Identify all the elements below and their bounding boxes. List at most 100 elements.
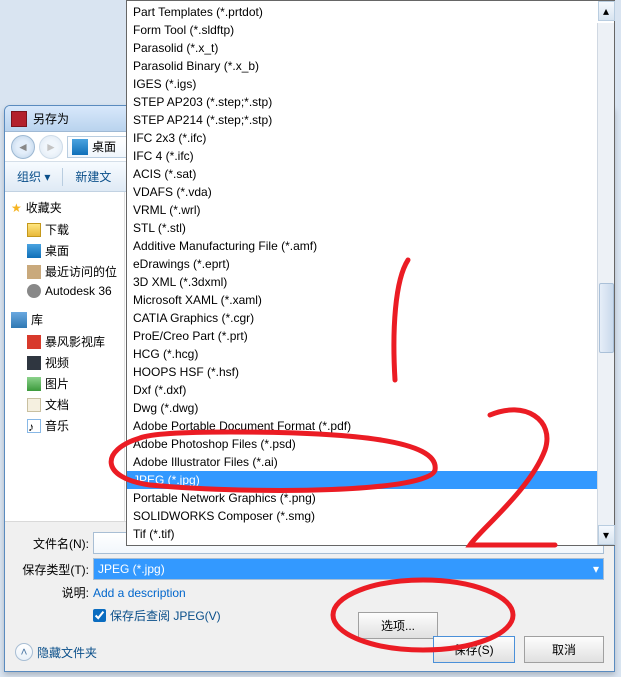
star-icon: ★ bbox=[11, 201, 22, 215]
dropdown-item[interactable]: Dxf (*.dxf) bbox=[127, 381, 597, 399]
sidebar-item-label: 最近访问的位 bbox=[45, 263, 117, 280]
dropdown-items-container: Part Templates (*.prtdot)Form Tool (*.sl… bbox=[127, 1, 614, 545]
save-button[interactable]: 保存(S) bbox=[433, 636, 515, 663]
nav-forward-button[interactable]: ► bbox=[39, 135, 63, 159]
dropdown-item[interactable]: IFC 4 (*.ifc) bbox=[127, 147, 597, 165]
savetype-dropdown-list[interactable]: Part Templates (*.prtdot)Form Tool (*.sl… bbox=[126, 0, 615, 546]
dropdown-item[interactable]: CATIA Graphics (*.cgr) bbox=[127, 309, 597, 327]
dropdown-item[interactable]: Parasolid Binary (*.x_b) bbox=[127, 57, 597, 75]
dropdown-item[interactable]: ProE/Creo Part (*.prt) bbox=[127, 327, 597, 345]
videos-icon bbox=[27, 356, 41, 370]
libraries-header[interactable]: 库 bbox=[5, 308, 124, 331]
sidebar-item-desktop[interactable]: 桌面 bbox=[5, 240, 124, 261]
sidebar-item-label: 音乐 bbox=[45, 417, 69, 434]
organize-menu[interactable]: 组织 ▾ bbox=[11, 164, 56, 189]
scroll-thumb[interactable] bbox=[599, 283, 614, 353]
save-view-checkbox-row[interactable]: 保存后查阅 JPEG(V) bbox=[93, 607, 604, 624]
dropdown-item[interactable]: 3D XML (*.3dxml) bbox=[127, 273, 597, 291]
documents-icon bbox=[27, 398, 41, 412]
dropdown-item[interactable]: IFC 2x3 (*.ifc) bbox=[127, 129, 597, 147]
dropdown-item[interactable]: Adobe Illustrator Files (*.ai) bbox=[127, 453, 597, 471]
sidebar-item-music[interactable]: ♪ 音乐 bbox=[5, 415, 124, 436]
dropdown-item[interactable]: IGES (*.igs) bbox=[127, 75, 597, 93]
dropdown-item[interactable]: Adobe Photoshop Files (*.psd) bbox=[127, 435, 597, 453]
dialog-title: 另存为 bbox=[33, 110, 69, 127]
desktop-icon bbox=[27, 244, 41, 258]
dropdown-item[interactable]: Parasolid (*.x_t) bbox=[127, 39, 597, 57]
dropdown-item[interactable]: VRML (*.wrl) bbox=[127, 201, 597, 219]
dropdown-item[interactable]: Tif (*.tif) bbox=[127, 525, 597, 543]
divider bbox=[62, 168, 63, 186]
dropdown-item[interactable]: HCG (*.hcg) bbox=[127, 345, 597, 363]
sidebar-item-label: 图片 bbox=[45, 375, 69, 392]
sidebar-item-label: 下载 bbox=[45, 221, 69, 238]
sidebar-item-baofeng[interactable]: 暴风影视库 bbox=[5, 331, 124, 352]
savetype-label: 保存类型(T): bbox=[15, 561, 89, 578]
favorites-section: ★ 收藏夹 下载 桌面 最近访问的位 Autodesk 36 bbox=[5, 196, 124, 300]
dropdown-item[interactable]: eDrawings (*.eprt) bbox=[127, 255, 597, 273]
dialog-action-buttons: 保存(S) 取消 bbox=[427, 636, 604, 663]
scroll-down-button[interactable]: ▾ bbox=[598, 525, 615, 545]
desktop-icon bbox=[72, 139, 88, 155]
expander-icon: ˄ bbox=[15, 643, 33, 661]
music-icon: ♪ bbox=[27, 419, 41, 433]
sidebar-item-label: 暴风影视库 bbox=[45, 333, 105, 350]
nav-back-button[interactable]: ◄ bbox=[11, 135, 35, 159]
options-button[interactable]: 选项... bbox=[358, 612, 438, 639]
savetype-combo[interactable]: JPEG (*.jpg) ▾ bbox=[93, 558, 604, 580]
cancel-button[interactable]: 取消 bbox=[524, 636, 604, 663]
dropdown-scrollbar[interactable]: ▴ ▾ bbox=[597, 23, 614, 545]
sidebar-item-videos[interactable]: 视频 bbox=[5, 352, 124, 373]
hide-folders-label: 隐藏文件夹 bbox=[37, 644, 97, 661]
nav-sidebar: ★ 收藏夹 下载 桌面 最近访问的位 Autodesk 36 库 暴风影视库 视… bbox=[5, 192, 125, 521]
favorites-title: 收藏夹 bbox=[26, 199, 62, 216]
dropdown-item[interactable]: Dwg (*.dwg) bbox=[127, 399, 597, 417]
dropdown-item[interactable]: Part Templates (*.prtdot) bbox=[127, 3, 597, 21]
save-view-label: 保存后查阅 JPEG(V) bbox=[110, 607, 221, 624]
dropdown-item[interactable]: JPEG (*.jpg) bbox=[127, 471, 597, 489]
add-description-link[interactable]: Add a description bbox=[93, 586, 186, 600]
new-folder-button[interactable]: 新建文 bbox=[69, 164, 117, 189]
filename-label: 文件名(N): bbox=[15, 535, 89, 552]
sidebar-item-label: 文档 bbox=[45, 396, 69, 413]
savetype-value: JPEG (*.jpg) bbox=[98, 562, 165, 576]
savetype-row: 保存类型(T): JPEG (*.jpg) ▾ bbox=[15, 558, 604, 580]
libraries-title: 库 bbox=[31, 311, 43, 328]
dropdown-item[interactable]: STEP AP214 (*.step;*.stp) bbox=[127, 111, 597, 129]
breadcrumb-label: 桌面 bbox=[92, 138, 116, 155]
dropdown-item[interactable]: STEP AP203 (*.step;*.stp) bbox=[127, 93, 597, 111]
favorites-header[interactable]: ★ 收藏夹 bbox=[5, 196, 124, 219]
chevron-down-icon: ▾ bbox=[593, 562, 599, 576]
baofeng-icon bbox=[27, 335, 41, 349]
sidebar-item-downloads[interactable]: 下载 bbox=[5, 219, 124, 240]
sidebar-item-recent[interactable]: 最近访问的位 bbox=[5, 261, 124, 282]
dropdown-item[interactable]: VDAFS (*.vda) bbox=[127, 183, 597, 201]
library-icon bbox=[11, 312, 27, 328]
libraries-section: 库 暴风影视库 视频 图片 文档 ♪ 音乐 bbox=[5, 308, 124, 436]
app-icon bbox=[11, 111, 27, 127]
dropdown-item[interactable]: SOLIDWORKS Composer (*.smg) bbox=[127, 507, 597, 525]
sidebar-item-autodesk[interactable]: Autodesk 36 bbox=[5, 282, 124, 300]
dropdown-item[interactable]: STL (*.stl) bbox=[127, 219, 597, 237]
dropdown-item[interactable]: Additive Manufacturing File (*.amf) bbox=[127, 237, 597, 255]
recent-icon bbox=[27, 265, 41, 279]
dropdown-item[interactable]: Portable Network Graphics (*.png) bbox=[127, 489, 597, 507]
sidebar-item-label: Autodesk 36 bbox=[45, 284, 112, 298]
options-button-wrap: 选项... bbox=[352, 612, 438, 639]
dropdown-item[interactable]: Adobe Portable Document Format (*.pdf) bbox=[127, 417, 597, 435]
sidebar-item-documents[interactable]: 文档 bbox=[5, 394, 124, 415]
sidebar-item-pictures[interactable]: 图片 bbox=[5, 373, 124, 394]
autodesk-icon bbox=[27, 284, 41, 298]
dropdown-item[interactable]: Form Tool (*.sldftp) bbox=[127, 21, 597, 39]
dropdown-item[interactable]: ACIS (*.sat) bbox=[127, 165, 597, 183]
dropdown-item[interactable]: Microsoft XAML (*.xaml) bbox=[127, 291, 597, 309]
sidebar-item-label: 桌面 bbox=[45, 242, 69, 259]
description-label: 说明: bbox=[33, 584, 89, 601]
hide-folders-toggle[interactable]: ˄ 隐藏文件夹 bbox=[15, 643, 97, 661]
save-view-checkbox[interactable] bbox=[93, 609, 106, 622]
pictures-icon bbox=[27, 377, 41, 391]
downloads-icon bbox=[27, 223, 41, 237]
scroll-up-button[interactable]: ▴ bbox=[598, 1, 615, 21]
dropdown-item[interactable]: HOOPS HSF (*.hsf) bbox=[127, 363, 597, 381]
description-row: 说明: Add a description bbox=[33, 584, 604, 601]
